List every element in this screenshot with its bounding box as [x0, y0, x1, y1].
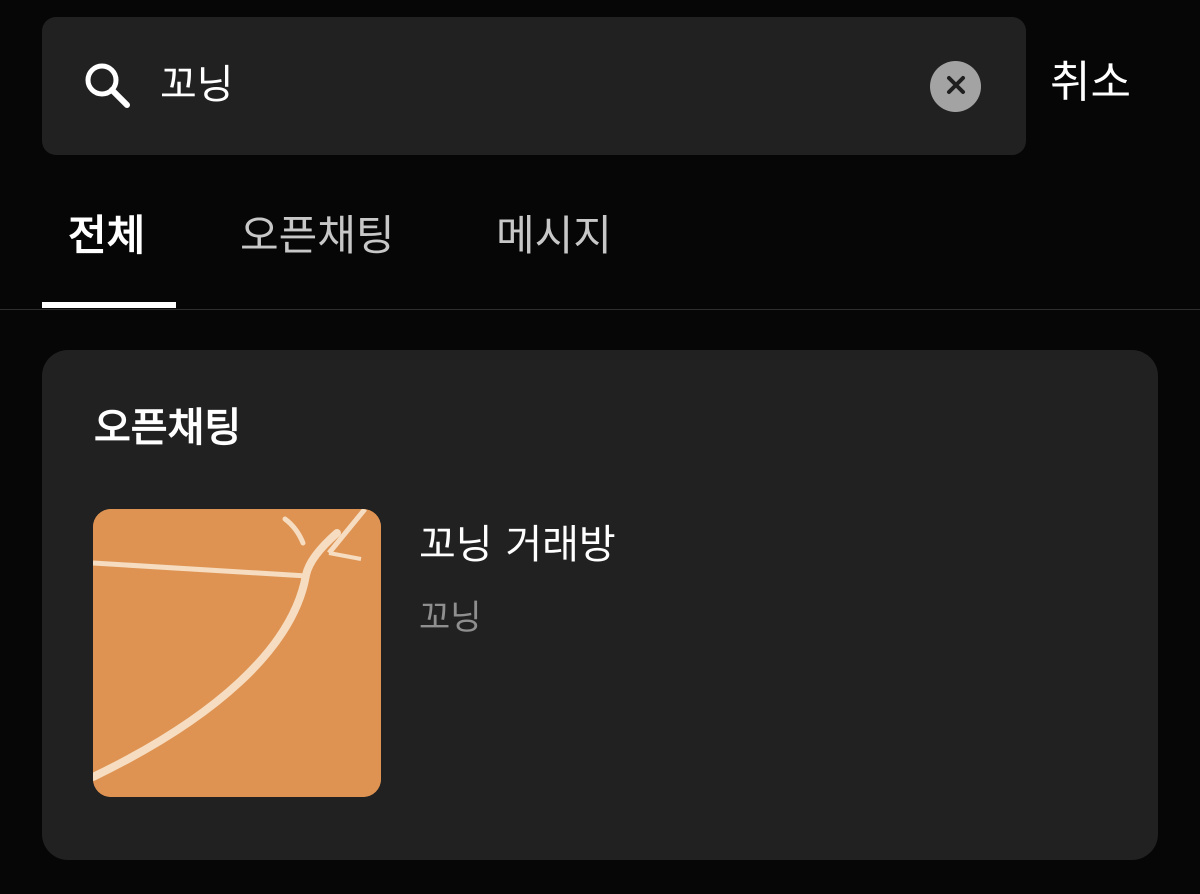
- open-chat-result-item[interactable]: 꼬닝 거래방 꼬닝: [93, 509, 1093, 799]
- search-icon: [82, 60, 134, 112]
- tab-all[interactable]: 전체: [68, 206, 145, 266]
- search-input[interactable]: [160, 50, 900, 120]
- open-chat-results-card: 오픈채팅 꼬닝 거래방 꼬닝: [42, 350, 1158, 860]
- tab-open-chat[interactable]: 오픈채팅: [240, 206, 395, 266]
- chatroom-title: 꼬닝 거래방: [419, 522, 616, 568]
- tab-messages[interactable]: 메시지: [496, 206, 612, 266]
- close-icon: [945, 74, 967, 100]
- tabs-divider: [0, 309, 1200, 310]
- cancel-button[interactable]: 취소: [1050, 48, 1131, 118]
- clear-search-button[interactable]: [930, 61, 981, 112]
- chatroom-subtitle: 꼬닝: [419, 598, 482, 638]
- search-tabs: 전체 오픈채팅 메시지: [0, 190, 1200, 310]
- chatroom-thumbnail: [93, 509, 381, 797]
- section-title: 오픈채팅: [94, 405, 242, 451]
- search-screen: 취소 전체 오픈채팅 메시지 오픈채팅: [0, 0, 1200, 894]
- basketball-court-image: [93, 509, 381, 797]
- active-tab-indicator: [42, 302, 176, 308]
